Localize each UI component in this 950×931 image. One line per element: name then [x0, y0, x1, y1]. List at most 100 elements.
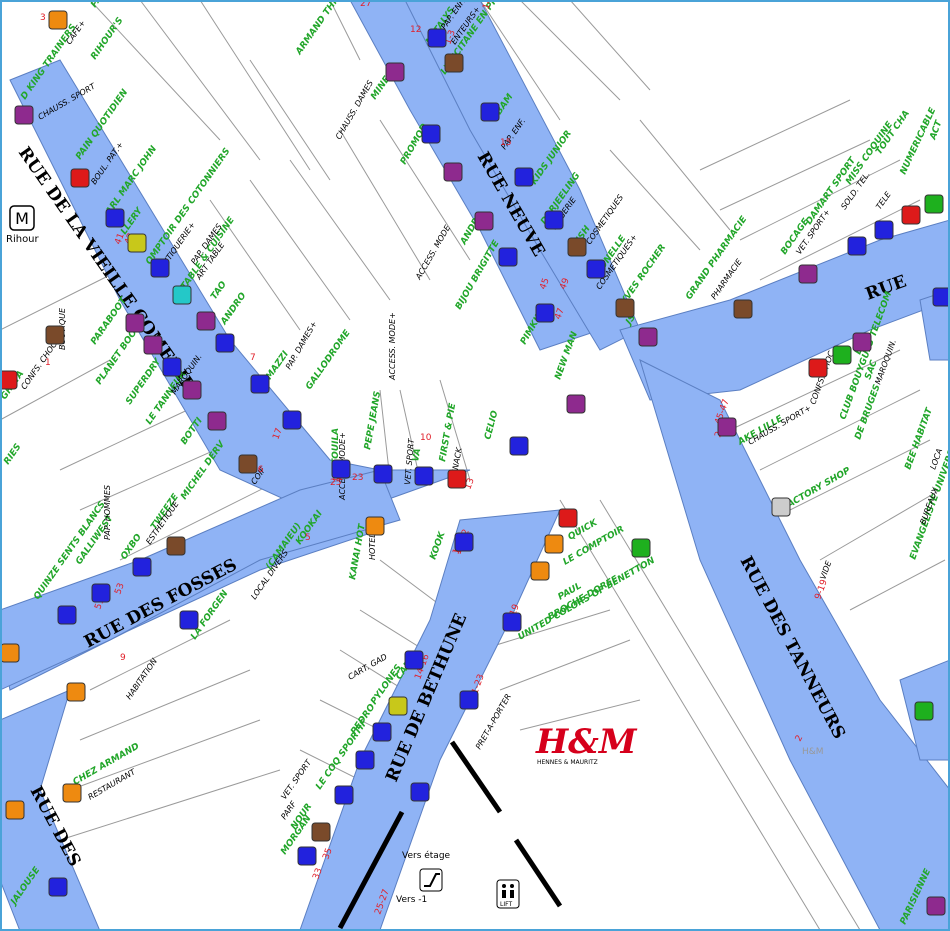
shopping-map[interactable]: RUE DE LA VIEILLE COMEDIE RUE NEUVE RUE …: [0, 0, 950, 931]
shop-marker[interactable]: [901, 205, 921, 225]
shop-marker[interactable]: [238, 454, 258, 474]
shop-marker[interactable]: [454, 532, 474, 552]
shop-marker[interactable]: [924, 194, 944, 214]
shop-marker[interactable]: [631, 538, 651, 558]
shop-marker[interactable]: [874, 220, 894, 240]
shop-marker[interactable]: [502, 612, 522, 632]
shop-marker[interactable]: [355, 750, 375, 770]
shop-name-label: GALLODROME: [304, 328, 353, 392]
shop-marker[interactable]: [57, 605, 77, 625]
activity-label: ACCESS. MODE: [413, 223, 452, 282]
shop-marker[interactable]: [427, 28, 447, 48]
activity-label: CART. GAD: [347, 652, 389, 682]
street-number-label: 9-19: [813, 578, 829, 601]
shop-marker[interactable]: [179, 610, 199, 630]
shop-marker[interactable]: [143, 335, 163, 355]
hm-logo: H&M HENNES & MAURITZ: [535, 722, 638, 766]
shop-marker[interactable]: [847, 236, 867, 256]
shop-marker[interactable]: [0, 643, 20, 663]
shop-marker[interactable]: [48, 10, 68, 30]
shop-marker[interactable]: [544, 534, 564, 554]
shop-marker[interactable]: [70, 168, 90, 188]
shop-marker[interactable]: [926, 896, 946, 916]
shop-marker[interactable]: [932, 287, 950, 307]
shop-marker[interactable]: [372, 722, 392, 742]
shop-marker[interactable]: [62, 783, 82, 803]
shop-marker[interactable]: [311, 822, 331, 842]
shop-marker[interactable]: [852, 332, 872, 352]
shop-marker[interactable]: [162, 357, 182, 377]
shop-marker[interactable]: [474, 211, 494, 231]
shop-name-label: FACTORY SHOP: [782, 466, 853, 513]
shop-marker[interactable]: [717, 417, 737, 437]
activity-label: CONFS. CHOC.: [19, 338, 60, 391]
shop-marker[interactable]: [196, 311, 216, 331]
shop-marker[interactable]: [172, 285, 192, 305]
shop-marker[interactable]: [638, 327, 658, 347]
shop-name-label: PAUX: [89, 0, 113, 10]
shop-marker[interactable]: [404, 650, 424, 670]
shop-marker[interactable]: [509, 436, 529, 456]
shop-marker[interactable]: [798, 264, 818, 284]
shop-name-label: OXBO: [119, 532, 144, 562]
shop-marker[interactable]: [132, 557, 152, 577]
shop-marker[interactable]: [250, 374, 270, 394]
shop-marker[interactable]: [66, 682, 86, 702]
metro-icon[interactable]: M: [9, 205, 35, 231]
shop-marker[interactable]: [334, 785, 354, 805]
shop-marker[interactable]: [105, 208, 125, 228]
shop-marker[interactable]: [566, 394, 586, 414]
shop-marker[interactable]: [385, 62, 405, 82]
shop-marker[interactable]: [125, 313, 145, 333]
shop-marker[interactable]: [443, 162, 463, 182]
shop-marker[interactable]: [5, 800, 25, 820]
shop-marker[interactable]: [459, 690, 479, 710]
shop-marker[interactable]: [297, 846, 317, 866]
shop-marker[interactable]: [447, 469, 467, 489]
shop-name-label: BIJOU BRIGITTE: [454, 238, 502, 311]
streets: [0, 0, 950, 931]
shop-marker[interactable]: [480, 102, 500, 122]
shop-marker[interactable]: [365, 516, 385, 536]
shop-marker[interactable]: [535, 303, 555, 323]
shop-name-label: RIES: [2, 442, 23, 467]
shop-marker[interactable]: [166, 536, 186, 556]
shop-marker[interactable]: [14, 105, 34, 125]
shop-marker[interactable]: [530, 561, 550, 581]
shop-marker[interactable]: [615, 298, 635, 318]
shop-name-label: ANDRO: [219, 291, 249, 328]
street-bethune: [299, 509, 561, 931]
shop-marker[interactable]: [414, 466, 434, 486]
hm-faint-label: H&M: [802, 747, 824, 757]
shop-marker[interactable]: [567, 237, 587, 257]
shop-marker[interactable]: [331, 459, 351, 479]
shop-marker[interactable]: [48, 877, 68, 897]
shop-marker[interactable]: [215, 333, 235, 353]
shop-marker[interactable]: [0, 370, 18, 390]
shop-marker[interactable]: [91, 583, 111, 603]
shop-marker[interactable]: [410, 782, 430, 802]
shop-marker[interactable]: [832, 345, 852, 365]
shop-marker[interactable]: [127, 233, 147, 253]
shop-marker[interactable]: [808, 358, 828, 378]
shop-marker[interactable]: [373, 464, 393, 484]
activity-label: PAP. DAMES+: [284, 320, 319, 371]
shop-marker[interactable]: [586, 259, 606, 279]
shop-name-label: RIHOUR'S: [89, 16, 125, 62]
shop-marker[interactable]: [558, 508, 578, 528]
shop-marker[interactable]: [182, 380, 202, 400]
shop-marker[interactable]: [282, 410, 302, 430]
shop-marker[interactable]: [421, 124, 441, 144]
shop-marker[interactable]: [514, 167, 534, 187]
shop-marker[interactable]: [444, 53, 464, 73]
shop-marker[interactable]: [544, 210, 564, 230]
escalator-icon[interactable]: [419, 868, 443, 892]
shop-marker[interactable]: [388, 696, 408, 716]
shop-marker[interactable]: [914, 701, 934, 721]
shop-marker[interactable]: [498, 247, 518, 267]
shop-marker[interactable]: [150, 258, 170, 278]
shop-marker[interactable]: [207, 411, 227, 431]
shop-marker[interactable]: [771, 497, 791, 517]
shop-marker[interactable]: [733, 299, 753, 319]
shop-marker[interactable]: [45, 325, 65, 345]
